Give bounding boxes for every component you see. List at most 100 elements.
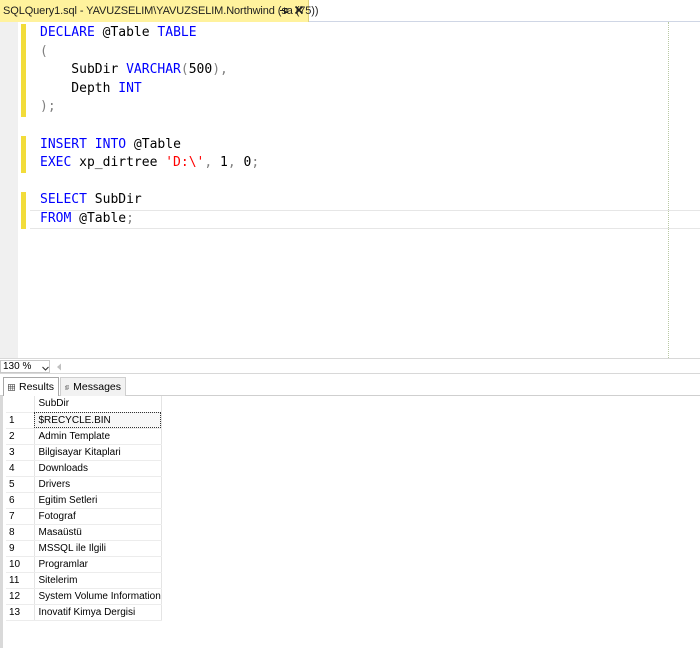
code-token: 500 — [188, 62, 213, 78]
code-token: Depth — [40, 80, 119, 96]
row-number-header[interactable] — [6, 396, 35, 413]
cell-subdir[interactable]: MSSQL ile Ilgili — [34, 540, 162, 557]
code-token: SELECT — [40, 192, 87, 208]
code-token: DECLARE — [40, 25, 95, 40]
cell-subdir[interactable]: System Volume Information — [34, 588, 162, 605]
editor-gutter — [0, 22, 18, 358]
code-token: ); — [40, 99, 56, 115]
code-line[interactable]: DECLARE @Table TABLE — [40, 24, 259, 43]
cell-subdir[interactable]: Inovatif Kimya Dergisi — [34, 604, 162, 621]
table-row[interactable]: 2 Admin Template — [6, 428, 162, 445]
code-token: INT — [118, 80, 142, 96]
table-row[interactable]: 1 $RECYCLE.BIN — [6, 412, 162, 429]
close-icon[interactable] — [292, 3, 306, 17]
table-row[interactable]: 10 Programlar — [6, 556, 162, 573]
table-row[interactable]: 3 Bilgisayar Kitaplari — [6, 444, 162, 461]
code-line[interactable]: FROM @Table; — [40, 210, 259, 229]
table-row[interactable]: 11 Sitelerim — [6, 572, 162, 589]
table-row[interactable]: 9 MSSQL ile Ilgili — [6, 540, 162, 557]
grid-header-row: SubDir — [6, 396, 162, 413]
cell-subdir[interactable]: Admin Template — [34, 428, 162, 445]
change-marker — [21, 192, 26, 229]
cell-subdir[interactable]: Egitim Setleri — [34, 492, 162, 509]
table-row[interactable]: 7 Fotograf — [6, 508, 162, 525]
code-token: 'D:\' — [165, 155, 205, 171]
code-token: @Table — [94, 25, 158, 40]
cell-subdir[interactable]: $RECYCLE.BIN — [34, 412, 162, 429]
query-editor[interactable]: DECLARE @Table TABLE( SubDir VARCHAR(500… — [0, 22, 700, 358]
code-line[interactable] — [40, 117, 259, 136]
zoom-value: 130 % — [3, 361, 32, 372]
row-number[interactable]: 8 — [6, 524, 35, 541]
code-line[interactable]: SELECT SubDir — [40, 191, 259, 210]
row-number[interactable]: 4 — [6, 460, 35, 477]
row-number[interactable]: 6 — [6, 492, 35, 509]
pin-icon[interactable] — [276, 3, 290, 17]
grid-icon — [8, 383, 15, 391]
sql-code[interactable]: DECLARE @Table TABLE( SubDir VARCHAR(500… — [40, 24, 259, 229]
messages-icon — [65, 385, 70, 389]
code-token: 0 — [235, 155, 252, 171]
row-number[interactable]: 10 — [6, 556, 35, 573]
code-token: ), — [212, 62, 228, 78]
column-guide — [668, 22, 669, 358]
document-tab[interactable]: SQLQuery1.sql - YAVUZSELIM\YAVUZSELIM.No… — [0, 0, 319, 22]
code-token: TABLE — [157, 25, 197, 40]
code-token: 1 — [212, 155, 228, 171]
code-token: @Table — [126, 136, 181, 152]
tab-results-label: Results — [18, 381, 54, 393]
row-number[interactable]: 11 — [6, 572, 35, 589]
change-marker — [21, 24, 26, 117]
code-token: FROM — [40, 210, 72, 226]
cell-subdir[interactable]: Sitelerim — [34, 572, 162, 589]
code-line[interactable]: INSERT INTO @Table — [40, 136, 259, 155]
document-tab-title: SQLQuery1.sql - YAVUZSELIM\YAVUZSELIM.No… — [3, 5, 319, 17]
code-token: @Table — [71, 210, 127, 226]
cell-subdir[interactable]: Fotograf — [34, 508, 162, 525]
cell-subdir[interactable]: Downloads — [34, 460, 162, 477]
table-row[interactable]: 5 Drivers — [6, 476, 162, 493]
code-token: SubDir — [86, 192, 142, 208]
cell-subdir[interactable]: Drivers — [34, 476, 162, 493]
code-line[interactable]: ( — [40, 43, 259, 62]
cell-subdir[interactable]: Bilgisayar Kitaplari — [34, 444, 162, 461]
code-token: VARCHAR — [126, 62, 181, 78]
code-line[interactable]: ); — [40, 98, 259, 117]
tab-messages-label: Messages — [73, 381, 121, 393]
code-token: ; — [251, 155, 260, 171]
code-token: ; — [126, 210, 134, 226]
table-row[interactable]: 13 Inovatif Kimya Dergisi — [6, 604, 162, 621]
row-number[interactable]: 1 — [6, 412, 35, 429]
tab-messages[interactable]: Messages — [60, 377, 126, 396]
code-token: INSERT — [40, 136, 87, 152]
row-number[interactable]: 2 — [6, 428, 35, 445]
code-line[interactable]: SubDir VARCHAR(500), — [40, 61, 259, 80]
tab-results[interactable]: Results — [3, 377, 59, 396]
code-line[interactable]: EXEC xp_dirtree 'D:\', 1, 0; — [40, 154, 259, 173]
zoom-select[interactable]: 130 % — [0, 360, 50, 373]
row-number[interactable]: 12 — [6, 588, 35, 605]
code-line[interactable] — [40, 173, 259, 192]
scroll-left-button[interactable] — [54, 361, 64, 372]
table-row[interactable]: 8 Masaüstü — [6, 524, 162, 541]
code-token: SubDir — [40, 62, 127, 78]
row-number[interactable]: 9 — [6, 540, 35, 557]
column-header-subdir[interactable]: SubDir — [34, 396, 162, 413]
row-number[interactable]: 7 — [6, 508, 35, 525]
table-row[interactable]: 12 System Volume Information — [6, 588, 162, 605]
row-number[interactable]: 5 — [6, 476, 35, 493]
chevron-down-icon — [42, 366, 49, 371]
cell-subdir[interactable]: Masaüstü — [34, 524, 162, 541]
row-number[interactable]: 13 — [6, 604, 35, 621]
table-row[interactable]: 6 Egitim Setleri — [6, 492, 162, 509]
code-token: xp_dirtree — [71, 155, 166, 171]
cell-subdir[interactable]: Programlar — [34, 556, 162, 573]
chevron-left-icon — [57, 363, 61, 370]
results-pane: SubDir 1 $RECYCLE.BIN 2 Admin Template 3 Bilg… — [0, 396, 700, 648]
code-token: , — [227, 155, 236, 171]
document-tab-strip: SQLQuery1.sql - YAVUZSELIM\YAVUZSELIM.No… — [0, 0, 700, 22]
code-line[interactable]: Depth INT — [40, 80, 259, 99]
row-number[interactable]: 3 — [6, 444, 35, 461]
table-row[interactable]: 4 Downloads — [6, 460, 162, 477]
result-tabs: Results Messages — [0, 375, 700, 396]
